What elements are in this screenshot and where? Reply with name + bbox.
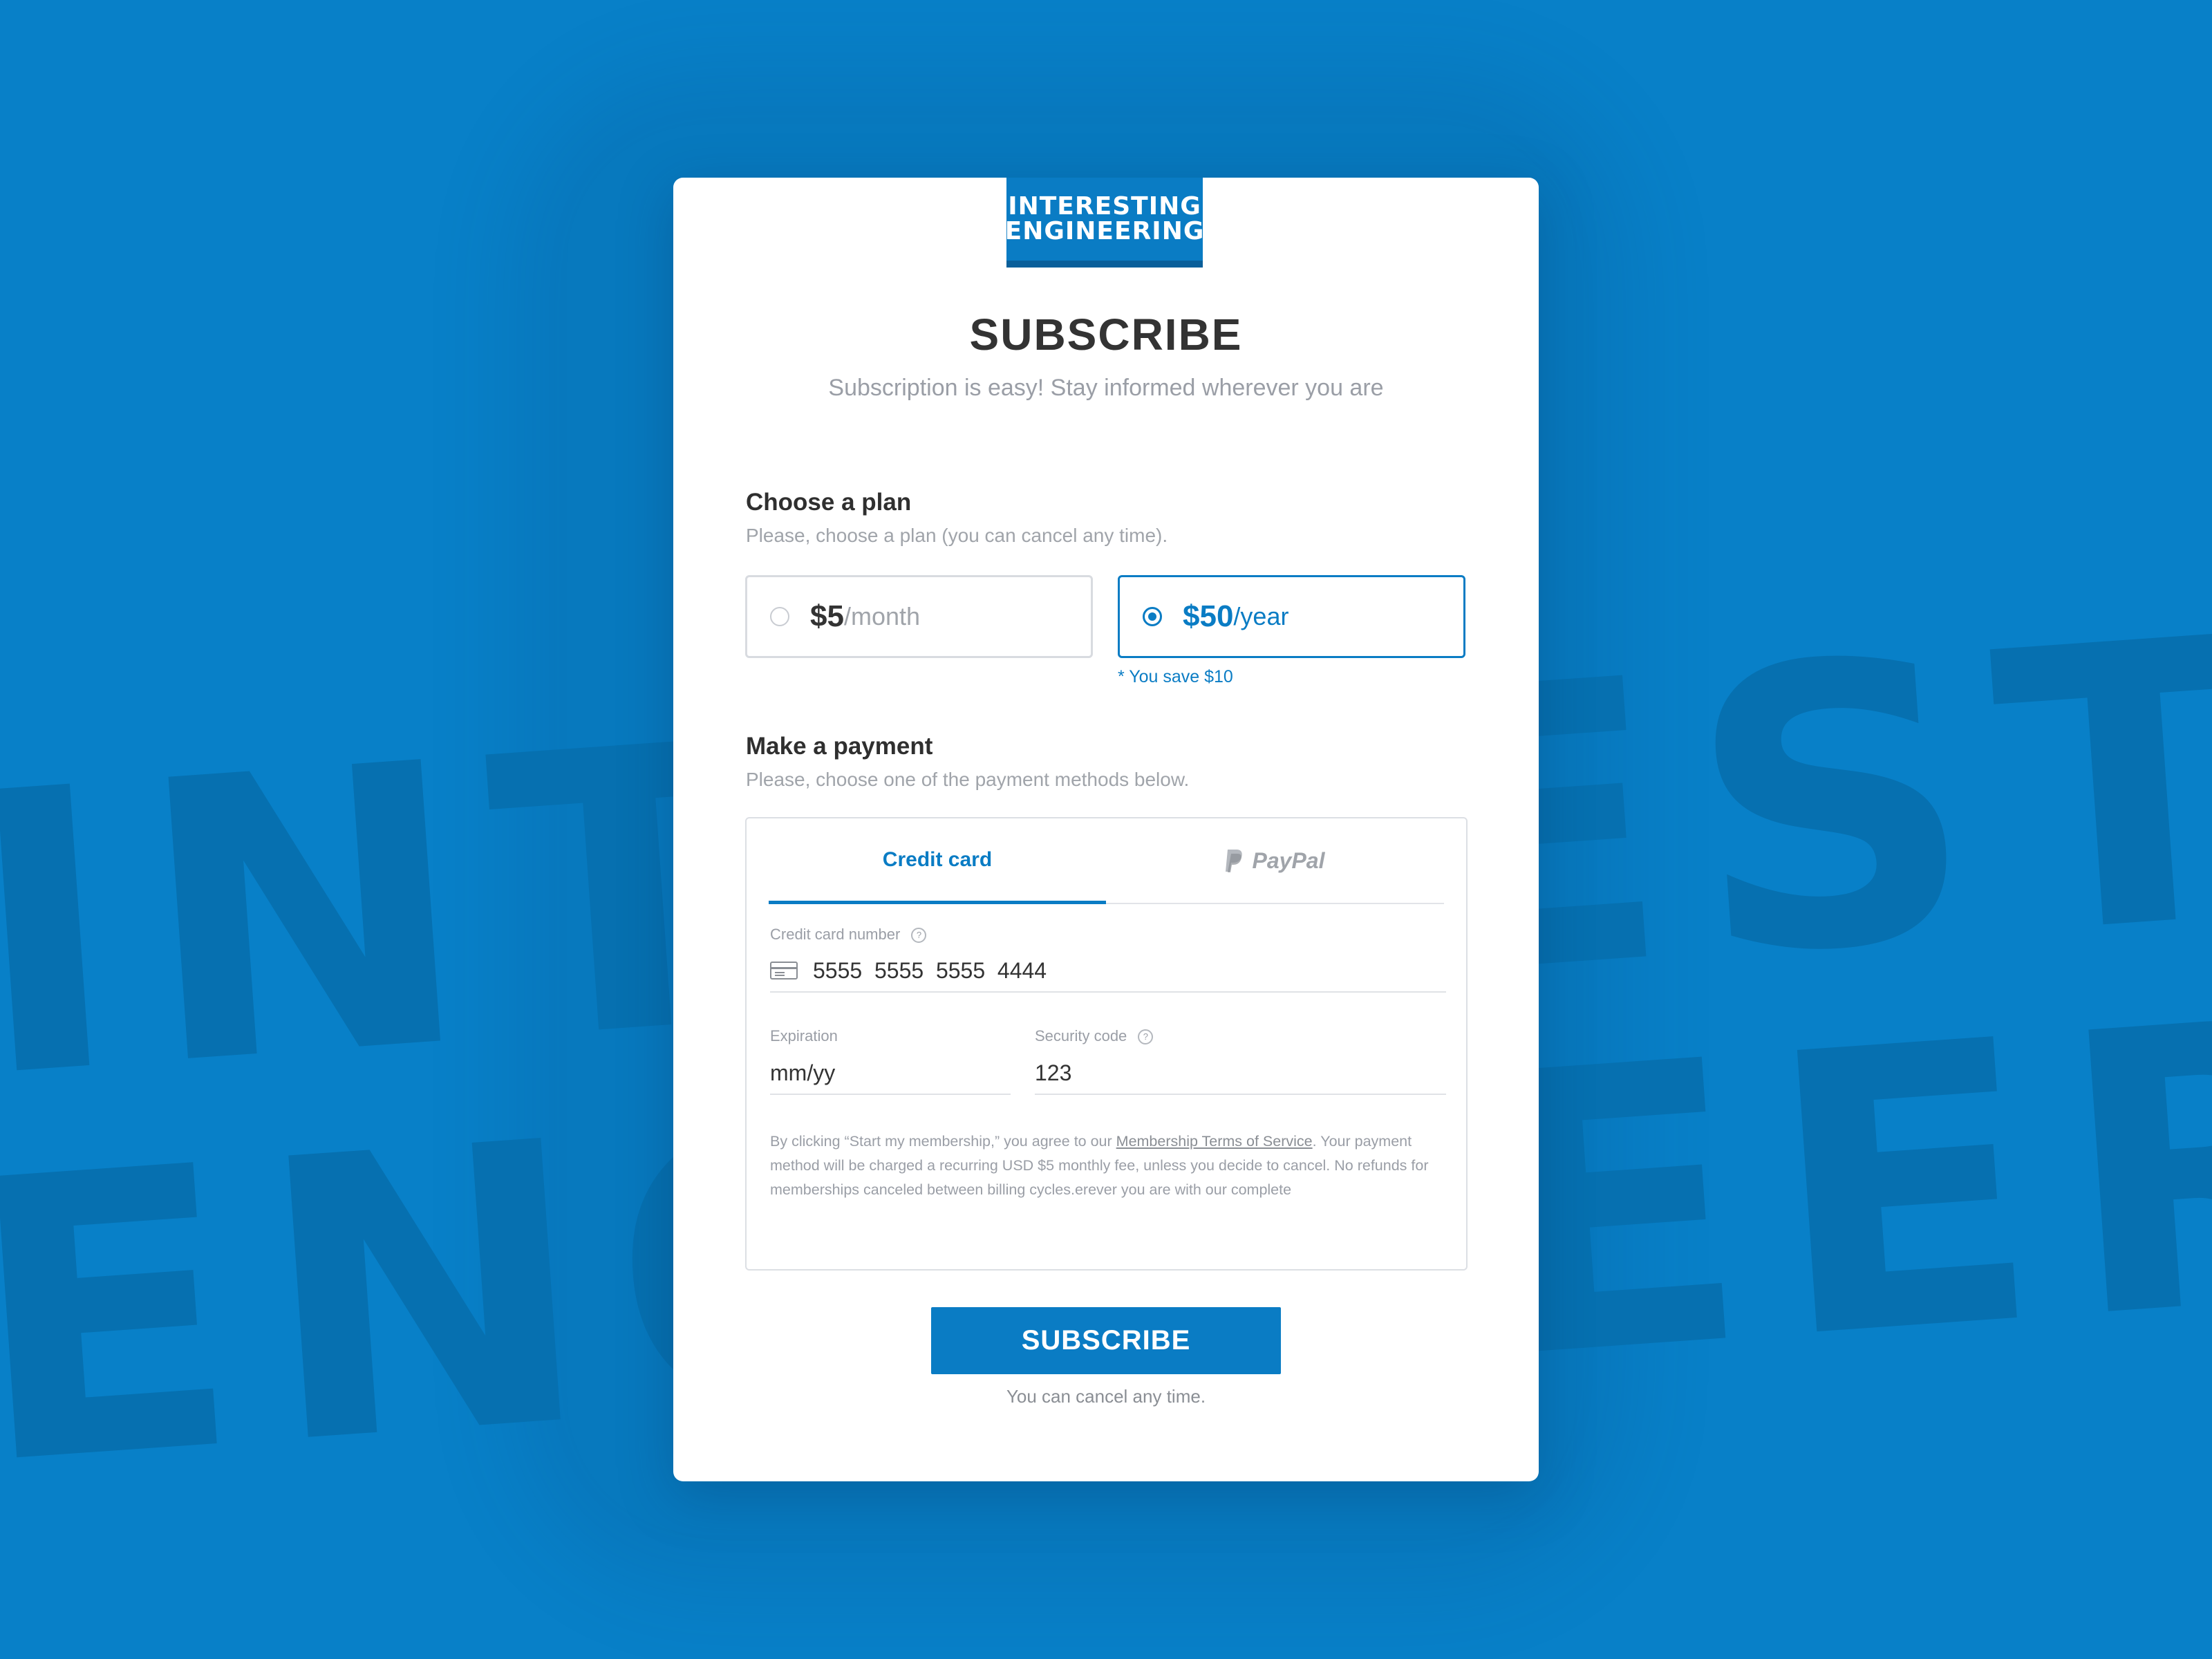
logo-line2: ENGINEERING xyxy=(1004,217,1205,245)
card-number-value: 5555 5555 5555 4444 xyxy=(813,957,1047,983)
tab-paypal[interactable]: PayPal xyxy=(1106,818,1443,904)
payment-panel: Credit card PayPal Credit card number ? … xyxy=(745,817,1468,1271)
tab-credit-card[interactable]: Credit card xyxy=(769,818,1106,904)
expiration-placeholder: mm/yy xyxy=(770,1060,836,1085)
page-subtitle: Subscription is easy! Stay informed wher… xyxy=(828,375,1384,401)
tab-paypal-label: PayPal xyxy=(1252,847,1325,873)
radio-yearly[interactable] xyxy=(1143,607,1162,626)
card-number-label: Credit card number ? xyxy=(770,926,927,944)
savings-note: * You save $10 xyxy=(1118,667,1233,686)
plan-option-monthly[interactable]: $5 /month xyxy=(745,575,1093,658)
plan-description: Please, choose a plan (you can cancel an… xyxy=(746,525,1168,546)
card-number-label-text: Credit card number xyxy=(770,926,901,943)
subscribe-card: INTERESTING ENGINEERING SUBSCRIBE Subscr… xyxy=(673,178,1539,1481)
plan-yearly-price: $50 xyxy=(1183,599,1234,633)
card-number-field[interactable]: 5555 5555 5555 4444 xyxy=(770,950,1446,993)
brand-logo[interactable]: INTERESTING ENGINEERING xyxy=(1004,178,1205,268)
credit-card-icon xyxy=(770,962,798,980)
tab-credit-card-label: Credit card xyxy=(882,847,993,871)
payment-description: Please, choose one of the payment method… xyxy=(746,769,1190,790)
help-icon[interactable]: ? xyxy=(911,928,927,944)
payment-heading: Make a payment xyxy=(746,733,933,760)
plan-option-yearly[interactable]: $50 /year xyxy=(1118,575,1465,658)
subscribe-button[interactable]: SUBSCRIBE xyxy=(931,1307,1281,1374)
terms-link[interactable]: Membership Terms of Service xyxy=(1116,1133,1313,1150)
logo-line1: INTERESTING xyxy=(1008,192,1201,221)
security-code-label-text: Security code xyxy=(1035,1027,1127,1044)
cancel-note: You can cancel any time. xyxy=(1006,1386,1206,1407)
plan-monthly-price: $5 xyxy=(810,599,844,633)
legal-prefix: By clicking “Start my membership,” you a… xyxy=(770,1133,1116,1150)
radio-monthly[interactable] xyxy=(770,607,789,626)
legal-text: By clicking “Start my membership,” you a… xyxy=(770,1130,1447,1202)
plan-heading: Choose a plan xyxy=(746,489,912,516)
paypal-icon xyxy=(1225,848,1244,873)
expiration-label: Expiration xyxy=(770,1027,838,1044)
security-code-field[interactable]: 123 xyxy=(1035,1052,1446,1095)
security-code-value: 123 xyxy=(1035,1060,1072,1085)
page-title: SUBSCRIBE xyxy=(969,310,1243,359)
help-icon[interactable]: ? xyxy=(1138,1029,1154,1045)
security-code-label: Security code ? xyxy=(1035,1027,1154,1045)
plan-monthly-period: /month xyxy=(843,602,921,630)
expiration-field[interactable]: mm/yy xyxy=(770,1052,1011,1095)
plan-yearly-period: /year xyxy=(1233,602,1289,630)
